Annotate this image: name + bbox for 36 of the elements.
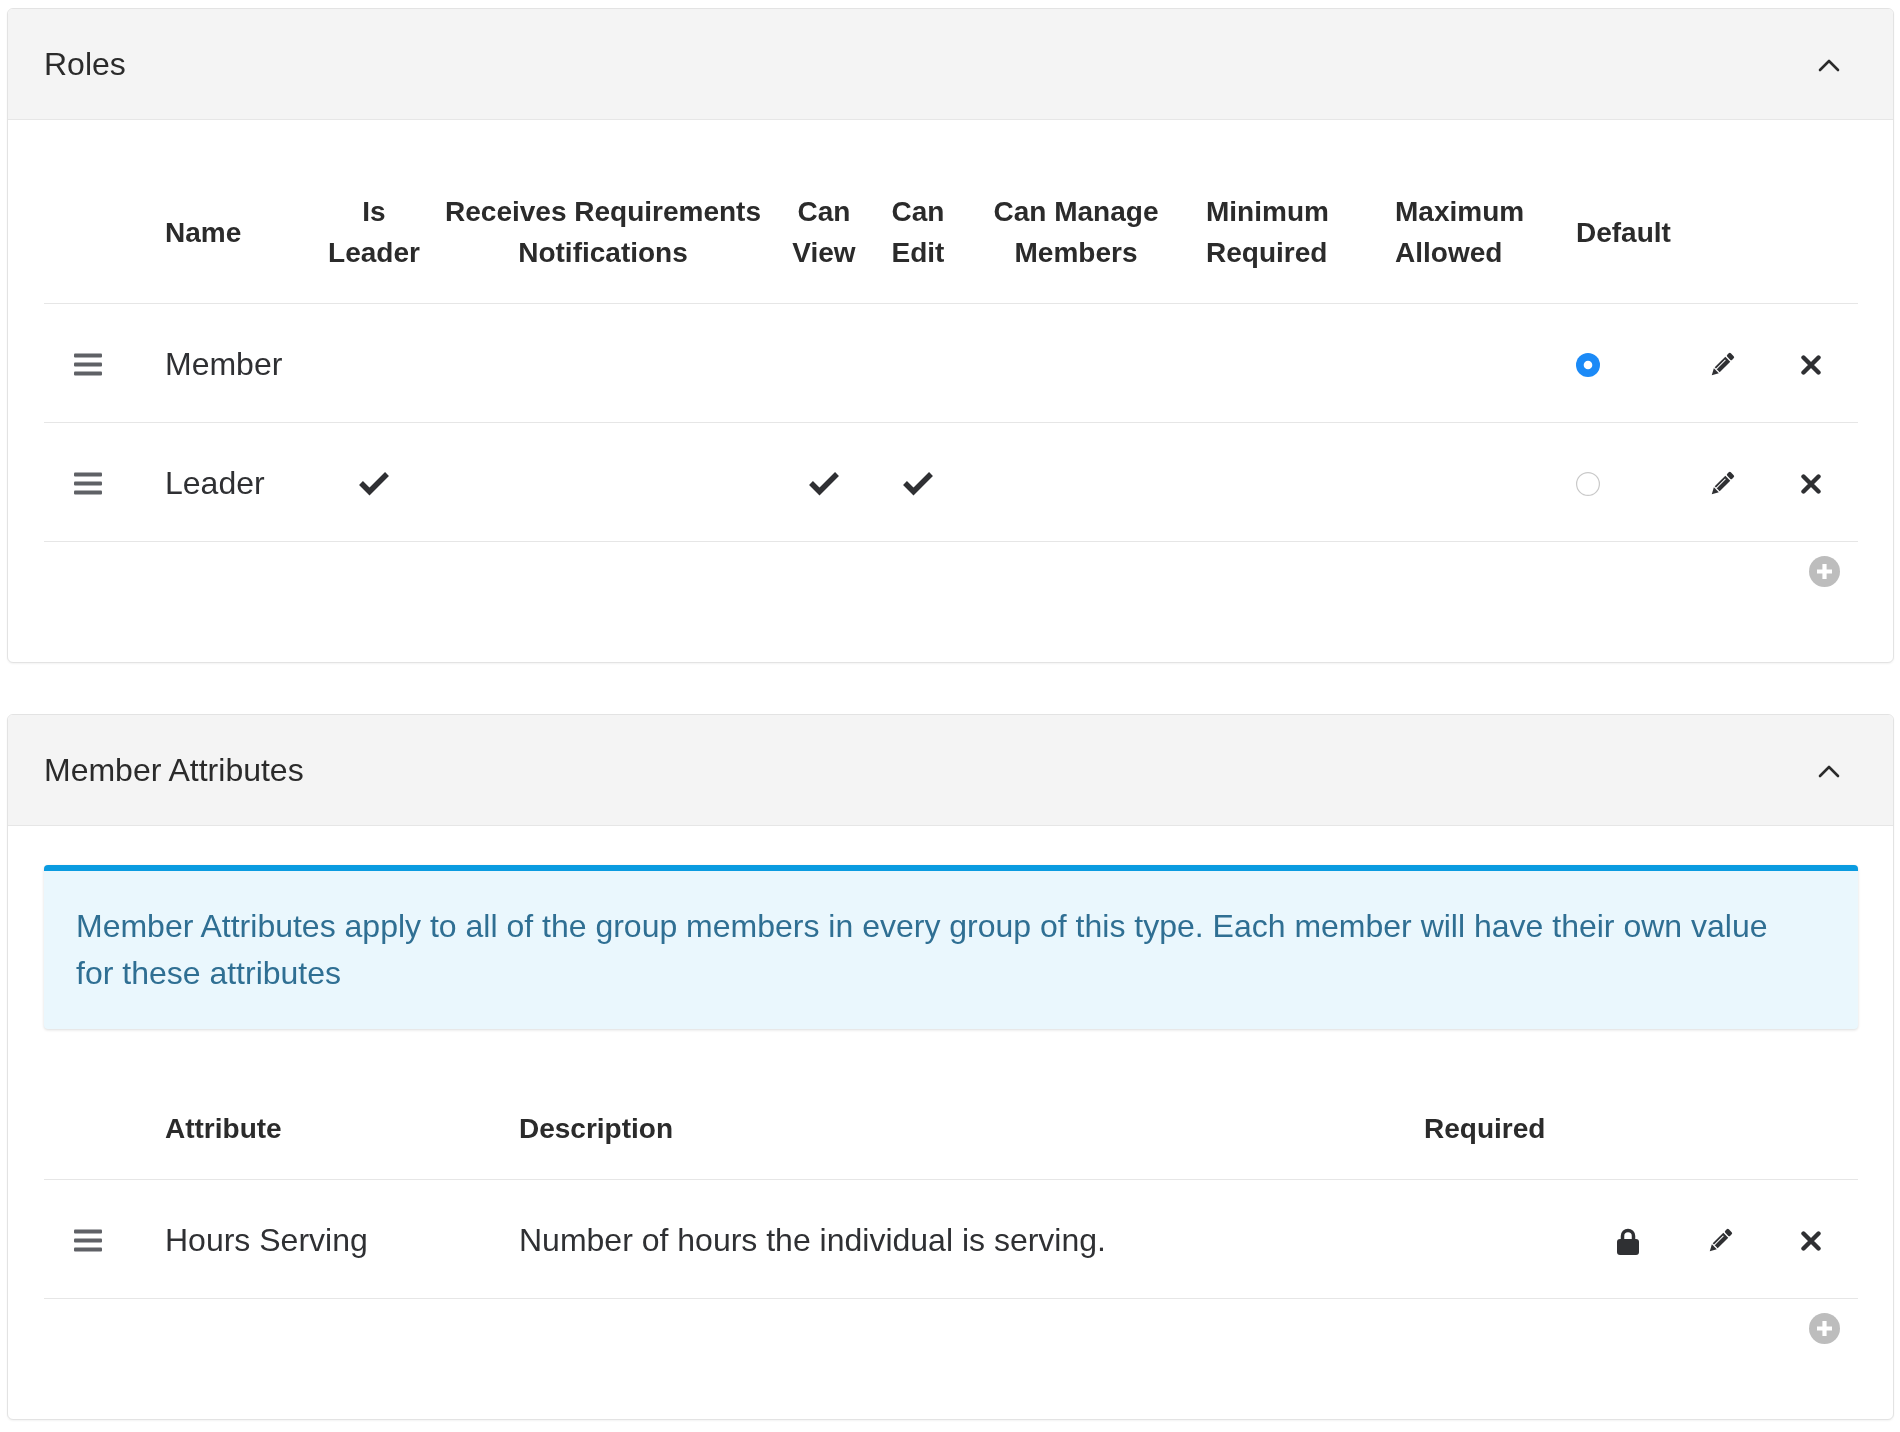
chevron-up-icon [1818, 57, 1840, 72]
table-cell: Member [149, 303, 316, 423]
panel-title: Member Attributes [44, 751, 304, 790]
column-header: Is Leader [316, 159, 432, 304]
column-header: Receives Requirements Notifications [432, 159, 774, 304]
column-header: Required [1408, 1076, 1580, 1180]
table-cell: Number of hours the individual is serving. [503, 1179, 1408, 1299]
radio-button[interactable] [1576, 352, 1600, 377]
info-alert: Member Attributes apply to all of the group members in every group of this type. Each member will have their own value for these attributes [44, 865, 1858, 1029]
plus-circle-icon [1809, 556, 1840, 587]
column-header: Name [149, 159, 316, 304]
delete-button[interactable] [1801, 354, 1821, 375]
x-icon [1801, 473, 1821, 494]
radio-button[interactable] [1576, 471, 1600, 496]
x-icon [1801, 354, 1821, 375]
column-header: Can View [774, 159, 874, 304]
plus-circle-icon [1809, 1313, 1840, 1344]
chevron-up-icon [1818, 763, 1840, 778]
x-icon [1801, 1230, 1821, 1251]
panel-title: Roles [44, 45, 126, 84]
column-header: Can Manage Members [962, 159, 1190, 304]
table-cell: Hours Serving [149, 1179, 503, 1299]
column-header: Can Edit [874, 159, 962, 304]
column-header: Maximum Allowed [1379, 159, 1560, 304]
drag-handle-icon[interactable] [74, 472, 102, 495]
column-header: Default [1560, 159, 1680, 304]
column-header: Description [503, 1076, 1408, 1180]
table-cell: Leader [149, 422, 316, 542]
column-header: Attribute [149, 1076, 503, 1180]
drag-handle-icon[interactable] [74, 1229, 102, 1252]
column-header: Minimum Required [1190, 159, 1379, 304]
drag-handle-icon[interactable] [74, 353, 102, 376]
collapse-button[interactable] [1818, 763, 1840, 778]
collapse-button[interactable] [1818, 57, 1840, 72]
delete-button[interactable] [1801, 1230, 1821, 1251]
delete-button[interactable] [1801, 473, 1821, 494]
